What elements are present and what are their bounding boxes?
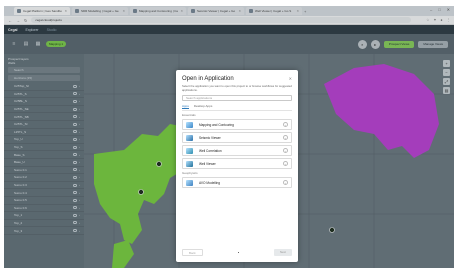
app-icon (186, 147, 193, 154)
section-label: Geophysics (182, 171, 198, 176)
app-row[interactable]: Mapping and Contouring › (182, 119, 292, 131)
app-name: Mapping and Contouring (199, 122, 234, 127)
page-dots (237, 251, 239, 254)
dialog-title: Open in Application (182, 76, 234, 82)
close-icon[interactable]: ✕ (289, 76, 292, 81)
chevron-right-icon[interactable]: › (283, 148, 288, 154)
page-dot (237, 251, 239, 254)
chevron-right-icon[interactable]: › (283, 122, 288, 128)
open-in-application-dialog: Open in Application ✕ Select the applica… (176, 70, 298, 262)
app-row[interactable]: Well Viewer › (182, 158, 292, 170)
app-name: Seismic Viewer (199, 135, 221, 140)
dialog-tabs: Apps Desktop Apps (182, 104, 292, 112)
app-row[interactable]: AVO Modelling › (182, 177, 292, 189)
section-label: Essentials (182, 113, 196, 118)
app-icon (186, 134, 193, 141)
back-button[interactable]: Back (182, 249, 203, 256)
tab-apps[interactable]: Apps (182, 104, 189, 110)
app-sections: Essentials Mapping and Contouring › Seismic… (182, 113, 292, 189)
chevron-right-icon[interactable]: › (283, 161, 288, 167)
chevron-right-icon[interactable]: › (283, 135, 288, 141)
app-icon (186, 179, 193, 186)
dialog-footer: Back Next (182, 249, 292, 256)
app-name: Well Viewer (199, 161, 216, 166)
app-search-input[interactable]: Search applications (182, 95, 292, 102)
app-row[interactable]: Seismic Viewer › (182, 132, 292, 144)
dialog-description: Select the application you want to open … (182, 84, 292, 92)
app-name: AVO Modelling (199, 180, 221, 185)
app-name: Well Correlation (199, 148, 222, 153)
app-row[interactable]: Well Correlation › (182, 145, 292, 157)
chevron-right-icon[interactable]: › (283, 180, 288, 186)
next-button[interactable]: Next (273, 249, 292, 256)
app-icon (186, 160, 193, 167)
tab-desktop-apps[interactable]: Desktop Apps (194, 104, 213, 109)
app-icon (186, 121, 193, 128)
